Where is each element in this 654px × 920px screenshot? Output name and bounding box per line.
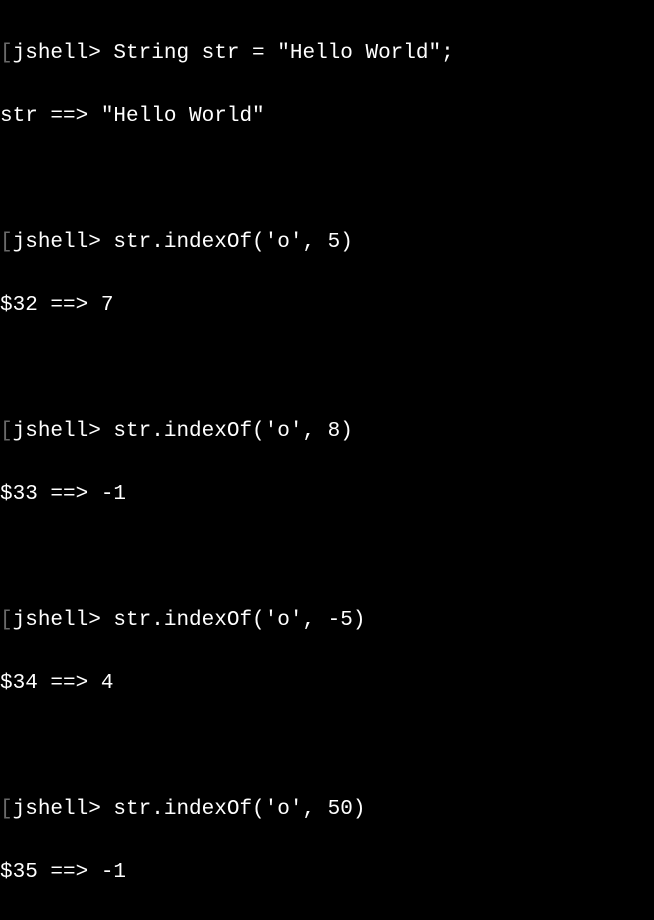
terminal-line: str ==> "Hello World" bbox=[0, 101, 654, 133]
terminal-blank-line bbox=[0, 353, 654, 385]
command-input: str.indexOf('o', 5) bbox=[101, 231, 353, 254]
command-output: $32 ==> 7 bbox=[0, 294, 113, 317]
terminal-line: $32 ==> 7 bbox=[0, 290, 654, 322]
prompt: jshell> bbox=[13, 798, 101, 821]
terminal-line: $33 ==> -1 bbox=[0, 479, 654, 511]
command-input: str.indexOf('o', 8) bbox=[101, 420, 353, 443]
terminal-output: [jshell> String str = "Hello World"; str… bbox=[0, 6, 654, 920]
terminal-line: [jshell> str.indexOf('o', 50) bbox=[0, 794, 654, 826]
command-input: str.indexOf('o', -5) bbox=[101, 609, 366, 632]
bracket-open: [ bbox=[0, 609, 13, 632]
prompt: jshell> bbox=[13, 420, 101, 443]
bracket-open: [ bbox=[0, 231, 13, 254]
terminal-line: [jshell> String str = "Hello World"; bbox=[0, 38, 654, 70]
bracket-open: [ bbox=[0, 798, 13, 821]
bracket-open: [ bbox=[0, 420, 13, 443]
terminal-line: [jshell> str.indexOf('o', 5) bbox=[0, 227, 654, 259]
command-output: $33 ==> -1 bbox=[0, 483, 126, 506]
terminal-line: [jshell> str.indexOf('o', -5) bbox=[0, 605, 654, 637]
prompt: jshell> bbox=[13, 231, 101, 254]
command-output: $35 ==> -1 bbox=[0, 861, 126, 884]
terminal-blank-line bbox=[0, 164, 654, 196]
terminal-line: $35 ==> -1 bbox=[0, 857, 654, 889]
terminal-blank-line bbox=[0, 542, 654, 574]
command-output: str ==> "Hello World" bbox=[0, 105, 265, 128]
bracket-open: [ bbox=[0, 42, 13, 65]
terminal-line: [jshell> str.indexOf('o', 8) bbox=[0, 416, 654, 448]
command-input: str.indexOf('o', 50) bbox=[101, 798, 366, 821]
command-output: $34 ==> 4 bbox=[0, 672, 113, 695]
prompt: jshell> bbox=[13, 609, 101, 632]
command-input: String str = "Hello World"; bbox=[101, 42, 454, 65]
prompt: jshell> bbox=[13, 42, 101, 65]
terminal-blank-line bbox=[0, 731, 654, 763]
terminal-line: $34 ==> 4 bbox=[0, 668, 654, 700]
